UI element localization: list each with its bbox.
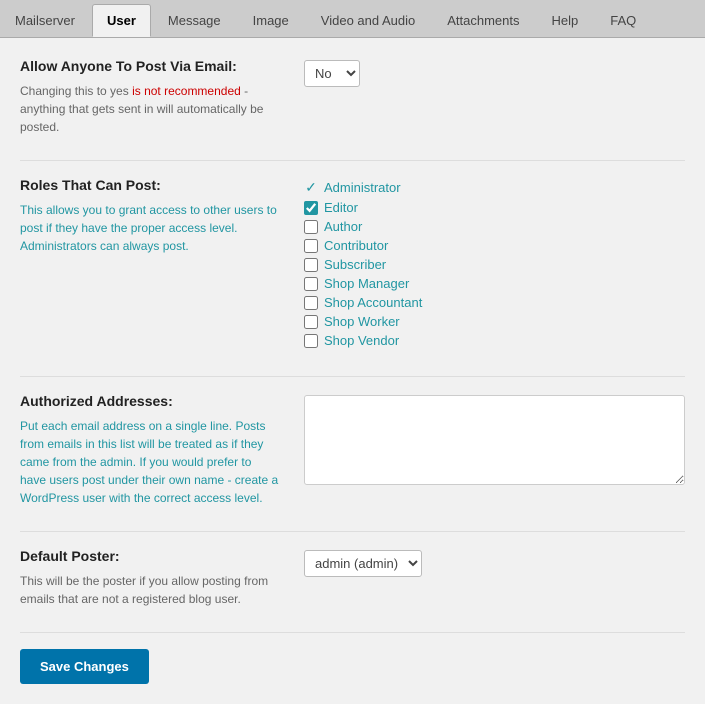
default-poster-title: Default Poster: [20, 548, 280, 564]
role-label-editor: Editor [324, 200, 358, 215]
tab-mailserver[interactable]: Mailserver [0, 4, 90, 37]
role-label-shop-worker: Shop Worker [324, 314, 400, 329]
list-item: Subscriber [304, 257, 685, 272]
role-checkbox-contributor[interactable] [304, 239, 318, 253]
allow-post-description: Changing this to yes is not recommended … [20, 82, 280, 136]
authorized-addresses-textarea[interactable] [304, 395, 685, 485]
roles-description: This allows you to grant access to other… [20, 201, 280, 255]
role-label-contributor: Contributor [324, 238, 388, 253]
role-checkbox-shop-vendor[interactable] [304, 334, 318, 348]
role-checkbox-editor[interactable] [304, 201, 318, 215]
save-changes-button[interactable]: Save Changes [20, 649, 149, 684]
authorized-title: Authorized Addresses: [20, 393, 280, 409]
roles-title: Roles That Can Post: [20, 177, 280, 193]
default-poster-dropdown[interactable]: admin (admin) [304, 550, 422, 577]
authorized-description: Put each email address on a single line.… [20, 417, 280, 507]
role-label-shop-vendor: Shop Vendor [324, 333, 399, 348]
tab-image[interactable]: Image [238, 4, 304, 37]
role-checkbox-shop-worker[interactable] [304, 315, 318, 329]
allow-post-title: Allow Anyone To Post Via Email: [20, 58, 280, 74]
tab-user[interactable]: User [92, 4, 151, 37]
tab-help[interactable]: Help [537, 4, 594, 37]
tab-attachments[interactable]: Attachments [432, 4, 534, 37]
role-checkbox-subscriber[interactable] [304, 258, 318, 272]
role-label-shop-manager: Shop Manager [324, 276, 409, 291]
role-checkbox-shop-accountant[interactable] [304, 296, 318, 310]
list-item: Contributor [304, 238, 685, 253]
list-item: Shop Manager [304, 276, 685, 291]
role-checkbox-author[interactable] [304, 220, 318, 234]
tab-faq[interactable]: FAQ [595, 4, 651, 37]
tabs-bar: Mailserver User Message Image Video and … [0, 0, 705, 38]
role-label-subscriber: Subscriber [324, 257, 386, 272]
tab-video-audio[interactable]: Video and Audio [306, 4, 430, 37]
checkmark-icon: ✓ [304, 179, 318, 196]
role-label-administrator: Administrator [324, 180, 401, 195]
list-item: Shop Worker [304, 314, 685, 329]
role-checkbox-shop-manager[interactable] [304, 277, 318, 291]
allow-post-dropdown[interactable]: No Yes [304, 60, 360, 87]
list-item: Author [304, 219, 685, 234]
list-item: Shop Accountant [304, 295, 685, 310]
list-item: Editor [304, 200, 685, 215]
default-poster-description: This will be the poster if you allow pos… [20, 572, 280, 608]
tab-message[interactable]: Message [153, 4, 236, 37]
role-label-author: Author [324, 219, 362, 234]
role-label-shop-accountant: Shop Accountant [324, 295, 422, 310]
list-item: ✓ Administrator [304, 179, 685, 196]
list-item: Shop Vendor [304, 333, 685, 348]
